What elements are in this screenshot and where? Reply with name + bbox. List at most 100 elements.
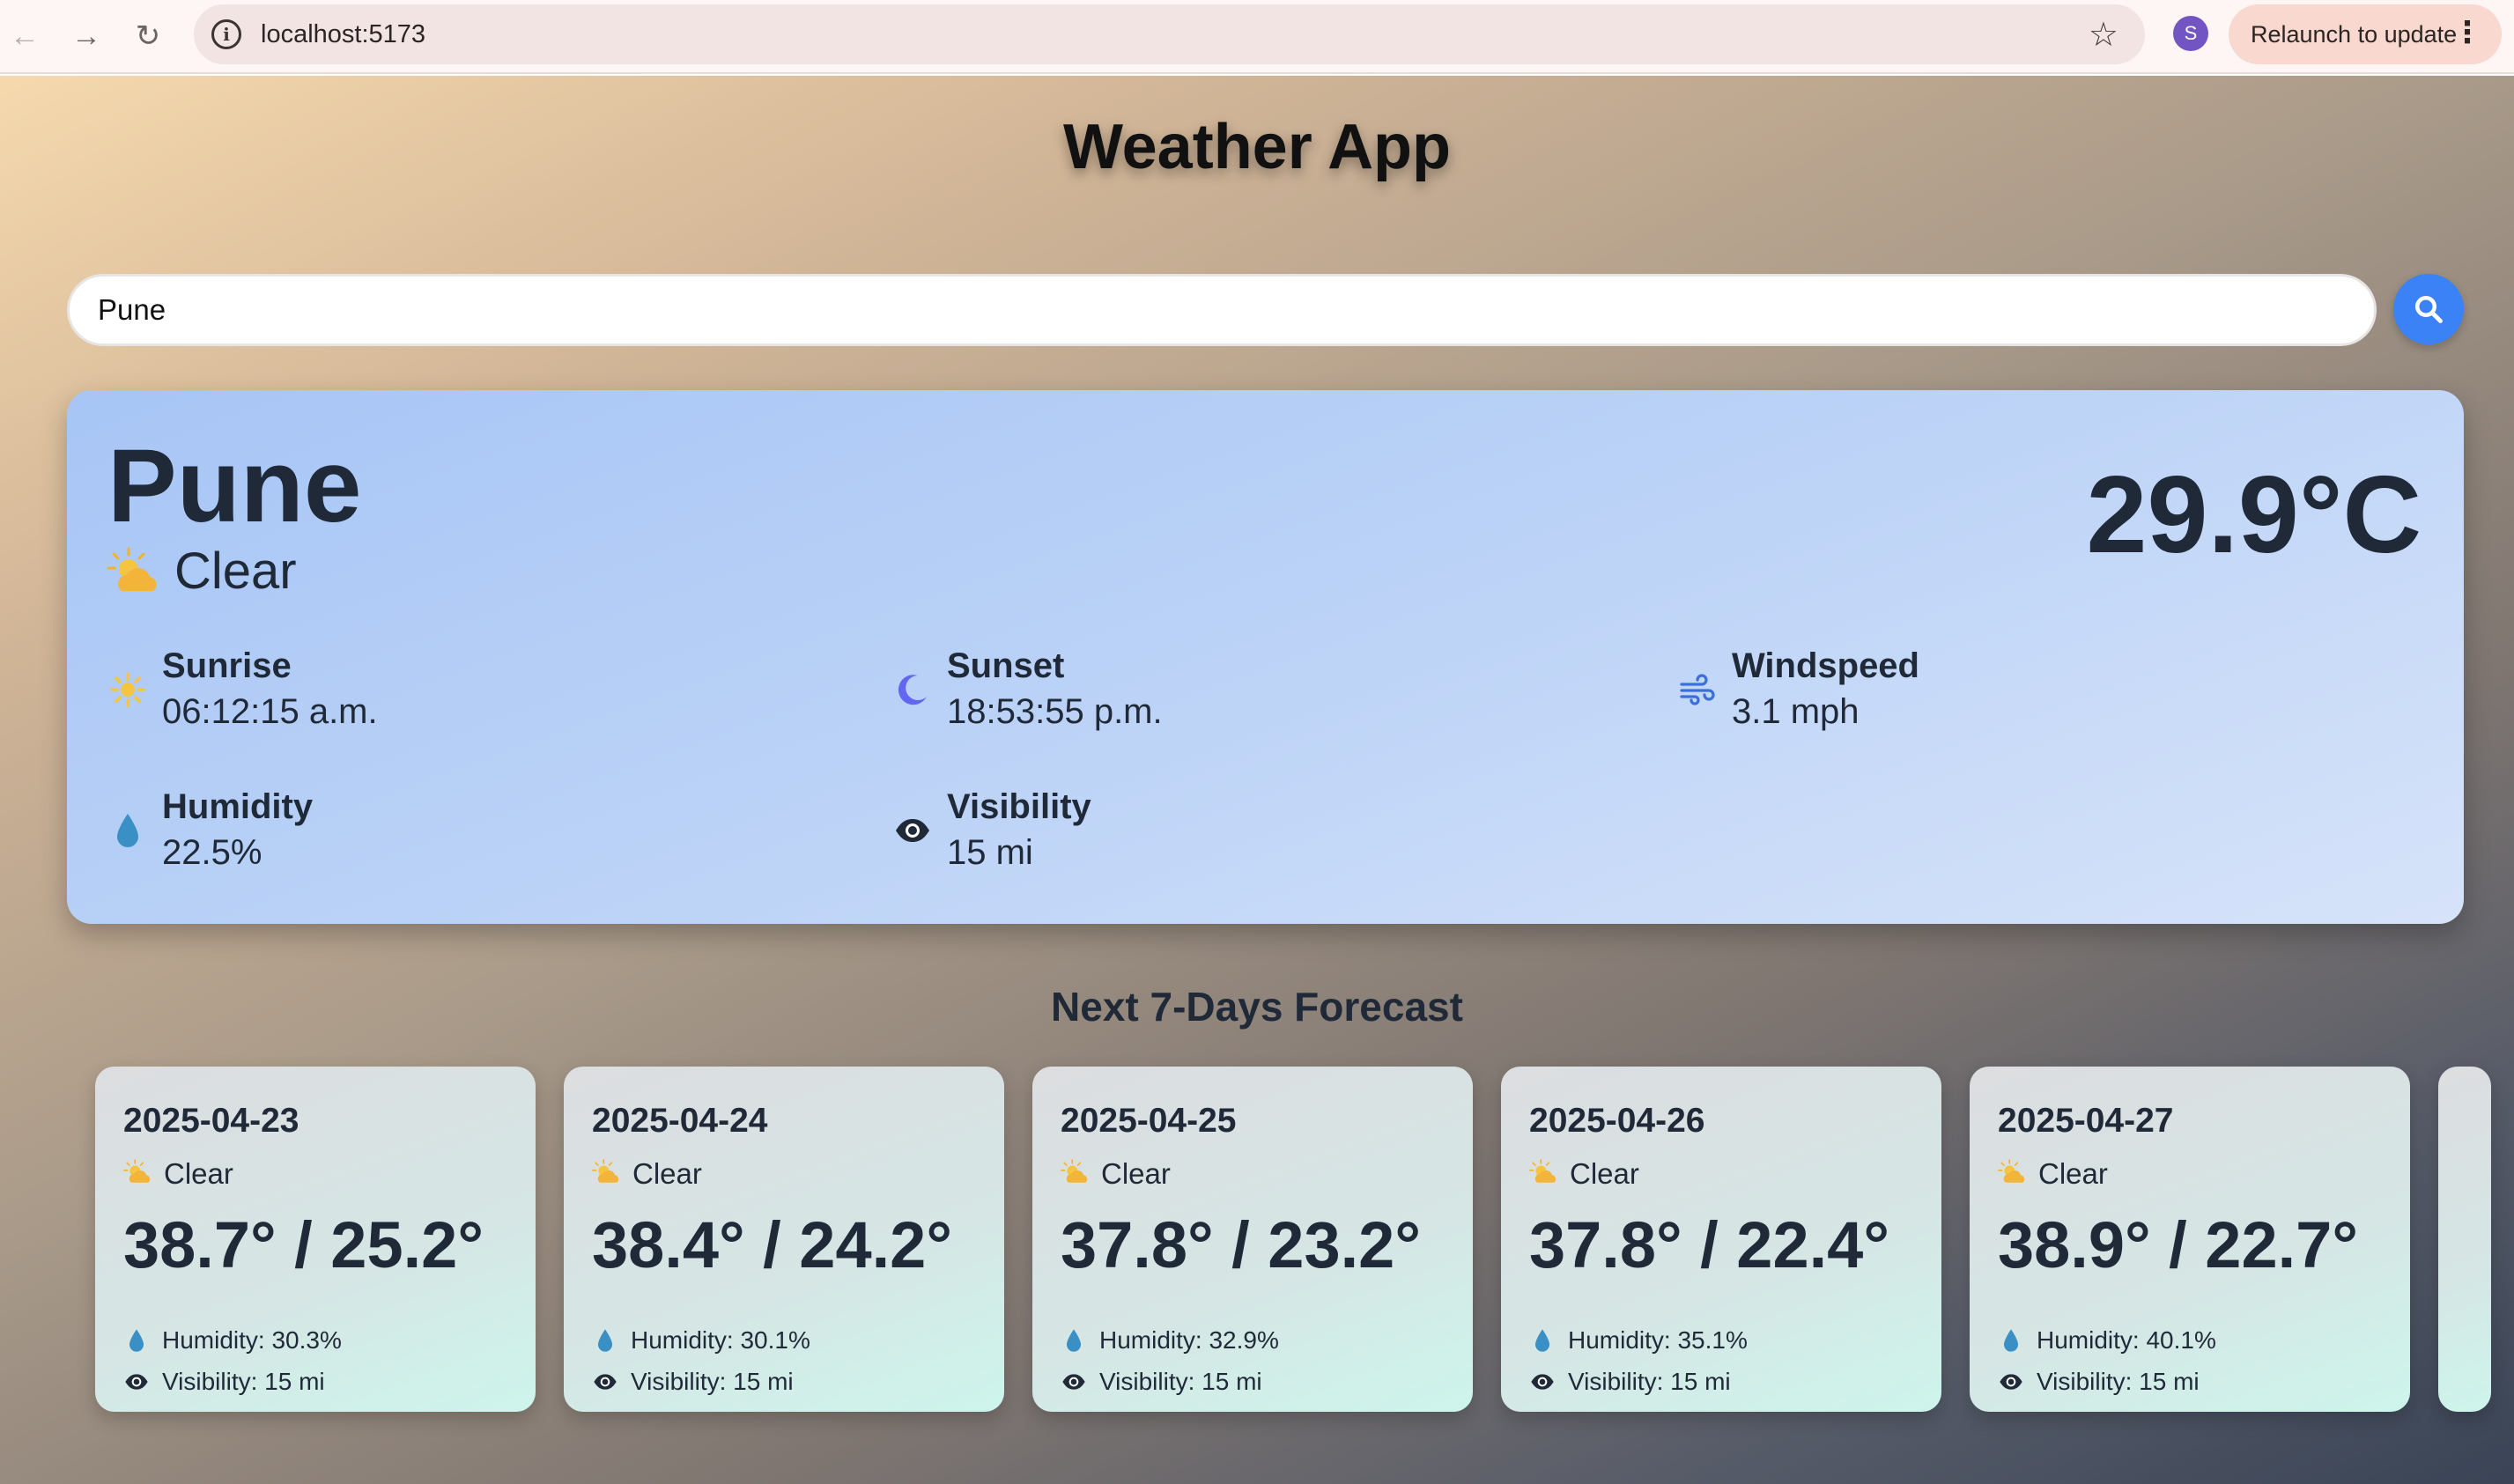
- site-info-icon[interactable]: i: [211, 19, 241, 49]
- profile-avatar[interactable]: S: [2173, 16, 2208, 51]
- forecast-title: Next 7-Days Forecast: [1051, 984, 1463, 1030]
- forecast-card: 2025-04-25 Clear 37.8° / 23.2° Humidity: 32…: [1032, 1067, 1473, 1412]
- forecast-visibility: Visibility: 15 mi: [592, 1368, 794, 1396]
- current-condition: Clear: [107, 542, 297, 601]
- forecast-card: 2025-04-27 Clear 38.9° / 22.7° Humidity: 40…: [1970, 1067, 2410, 1412]
- page-title: Weather App: [1062, 112, 1452, 182]
- city-name: Pune: [107, 428, 362, 544]
- moon-icon: [892, 669, 933, 710]
- forecast-card-partial: [2438, 1067, 2491, 1412]
- current-temperature: 29.9°C: [2086, 454, 2422, 576]
- metric-value: 18:53:55 p.m.: [947, 692, 1163, 731]
- metric-value: 06:12:15 a.m.: [162, 692, 378, 731]
- forecast-condition: Clear: [592, 1157, 702, 1191]
- forecast-humidity-text: Humidity: 40.1%: [2037, 1326, 2216, 1354]
- eye-icon: [1529, 1373, 1556, 1391]
- forecast-humidity-text: Humidity: 30.3%: [162, 1326, 342, 1354]
- metric-label: Visibility: [947, 787, 1091, 826]
- forecast-temps: 38.7° / 25.2°: [123, 1208, 484, 1281]
- metric-value: 22.5%: [162, 833, 262, 872]
- forecast-condition: Clear: [1061, 1157, 1171, 1191]
- sun-icon: [107, 669, 148, 710]
- forecast-date: 2025-04-24: [592, 1102, 768, 1140]
- metric-sunrise: Sunrise 06:12:15 a.m.: [107, 644, 378, 735]
- condition-text: Clear: [174, 543, 297, 600]
- forecast-temps: 37.8° / 23.2°: [1061, 1208, 1421, 1281]
- forecast-condition-text: Clear: [632, 1157, 702, 1190]
- forecast-visibility-text: Visibility: 15 mi: [162, 1368, 325, 1395]
- forecast-visibility: Visibility: 15 mi: [1061, 1368, 1262, 1396]
- forecast-temps: 38.9° / 22.7°: [1998, 1208, 2358, 1281]
- droplet-icon: [1061, 1328, 1087, 1353]
- partly-sunny-icon: [1529, 1158, 1559, 1190]
- forecast-date: 2025-04-27: [1998, 1102, 2174, 1140]
- droplet-icon: [592, 1328, 618, 1353]
- forecast-card: 2025-04-24 Clear 38.4° / 24.2° Humidity: 30…: [564, 1067, 1004, 1412]
- wind-icon: [1677, 669, 1718, 710]
- forecast-condition-text: Clear: [164, 1157, 233, 1190]
- partly-sunny-icon: [592, 1158, 622, 1190]
- more-menu-icon[interactable]: ⋮: [2452, 17, 2482, 48]
- metric-label: Windspeed: [1732, 646, 1919, 685]
- forward-arrow-icon[interactable]: →: [62, 11, 111, 61]
- app-page: Weather App Pune Clear 29.9°C: [0, 76, 2514, 1484]
- droplet-icon: [123, 1328, 150, 1353]
- metric-humidity: Humidity 22.5%: [107, 785, 313, 876]
- droplet-icon: [1529, 1328, 1556, 1353]
- forecast-humidity: Humidity: 30.3%: [123, 1326, 342, 1355]
- partly-sunny-icon: [1061, 1158, 1091, 1190]
- metric-label: Sunset: [947, 646, 1065, 685]
- relaunch-label: Relaunch to update: [2251, 20, 2458, 48]
- address-bar[interactable]: i localhost:5173 ☆: [194, 4, 2145, 64]
- browser-toolbar: ← → ↻ i localhost:5173 ☆ S Relaunch to u…: [0, 0, 2514, 74]
- forecast-humidity: Humidity: 30.1%: [592, 1326, 810, 1355]
- forecast-temps: 38.4° / 24.2°: [592, 1208, 952, 1281]
- forecast-condition: Clear: [123, 1157, 233, 1191]
- back-arrow-icon[interactable]: ←: [0, 11, 49, 61]
- forecast-humidity-text: Humidity: 32.9%: [1099, 1326, 1279, 1354]
- forecast-condition: Clear: [1998, 1157, 2108, 1191]
- search-button[interactable]: [2393, 274, 2464, 344]
- forecast-visibility-text: Visibility: 15 mi: [1568, 1368, 1731, 1395]
- forecast-visibility: Visibility: 15 mi: [123, 1368, 325, 1396]
- metric-sunset: Sunset 18:53:55 p.m.: [892, 644, 1163, 735]
- url-text[interactable]: localhost:5173: [261, 20, 425, 49]
- bookmark-star-icon[interactable]: ☆: [2089, 15, 2118, 55]
- reload-icon[interactable]: ↻: [123, 11, 173, 61]
- current-weather-card: Pune Clear 29.9°C Sunrise 06:12:15 a.m. …: [67, 390, 2464, 924]
- metric-windspeed: Windspeed 3.1 mph: [1677, 644, 1919, 735]
- eye-icon: [892, 810, 933, 851]
- forecast-humidity-text: Humidity: 35.1%: [1568, 1326, 1748, 1354]
- forecast-condition-text: Clear: [1570, 1157, 1639, 1190]
- eye-icon: [1061, 1373, 1087, 1391]
- forecast-visibility-text: Visibility: 15 mi: [1099, 1368, 1262, 1395]
- droplet-icon: [1998, 1328, 2024, 1353]
- metric-value: 3.1 mph: [1732, 692, 1860, 731]
- search-icon: [2415, 296, 2443, 323]
- forecast-humidity: Humidity: 32.9%: [1061, 1326, 1279, 1355]
- forecast-visibility-text: Visibility: 15 mi: [631, 1368, 794, 1395]
- forecast-date: 2025-04-26: [1529, 1102, 1705, 1140]
- metric-visibility: Visibility 15 mi: [892, 785, 1091, 876]
- partly-sunny-icon: [107, 547, 157, 591]
- forecast-humidity: Humidity: 35.1%: [1529, 1326, 1748, 1355]
- forecast-condition-text: Clear: [1101, 1157, 1171, 1190]
- forecast-date: 2025-04-25: [1061, 1102, 1237, 1140]
- forecast-date: 2025-04-23: [123, 1102, 299, 1140]
- relaunch-button[interactable]: Relaunch to update ⋮: [2229, 4, 2502, 64]
- metric-label: Humidity: [162, 787, 314, 826]
- search-input[interactable]: [67, 274, 2377, 346]
- eye-icon: [592, 1373, 618, 1391]
- metric-value: 15 mi: [947, 833, 1033, 872]
- forecast-humidity-text: Humidity: 30.1%: [631, 1326, 810, 1354]
- forecast-condition-text: Clear: [2038, 1157, 2108, 1190]
- forecast-card: 2025-04-23 Clear 38.7° / 25.2° Humidity: 30…: [95, 1067, 536, 1412]
- forecast-visibility-text: Visibility: 15 mi: [2037, 1368, 2200, 1395]
- forecast-humidity: Humidity: 40.1%: [1998, 1326, 2216, 1355]
- partly-sunny-icon: [123, 1158, 153, 1190]
- droplet-icon: [107, 810, 148, 851]
- forecast-card: 2025-04-26 Clear 37.8° / 22.4° Humidity: 35…: [1501, 1067, 1941, 1412]
- eye-icon: [1998, 1373, 2024, 1391]
- forecast-visibility: Visibility: 15 mi: [1998, 1368, 2200, 1396]
- forecast-temps: 37.8° / 22.4°: [1529, 1208, 1889, 1281]
